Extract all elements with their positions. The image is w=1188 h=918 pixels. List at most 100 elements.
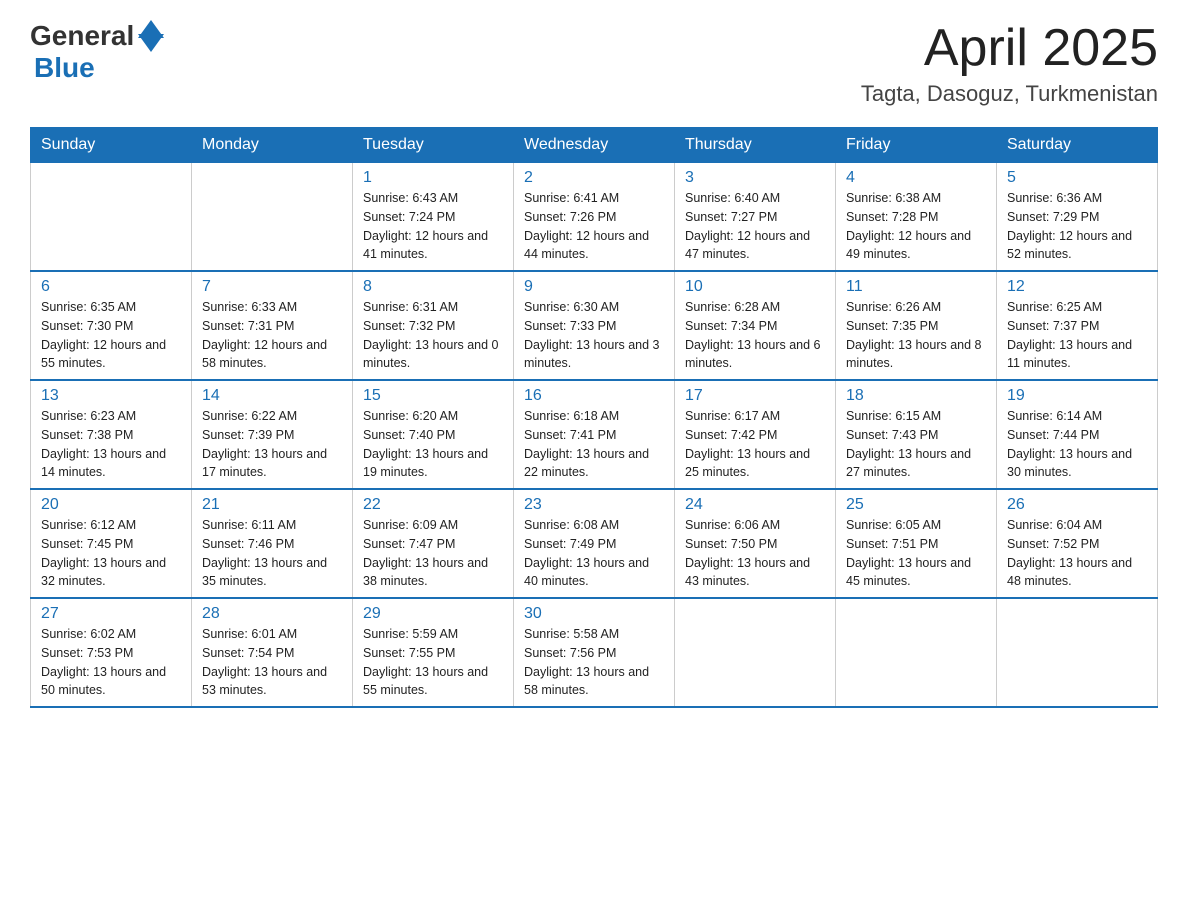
day-info: Sunrise: 6:23 AMSunset: 7:38 PMDaylight:… bbox=[41, 407, 181, 482]
day-number: 1 bbox=[363, 169, 503, 187]
weekday-header-sunday: Sunday bbox=[31, 128, 192, 163]
day-info: Sunrise: 6:08 AMSunset: 7:49 PMDaylight:… bbox=[524, 516, 664, 591]
weekday-header-tuesday: Tuesday bbox=[353, 128, 514, 163]
calendar-cell bbox=[836, 598, 997, 707]
day-info: Sunrise: 6:04 AMSunset: 7:52 PMDaylight:… bbox=[1007, 516, 1147, 591]
calendar-cell: 21 Sunrise: 6:11 AMSunset: 7:46 PMDayligh… bbox=[192, 489, 353, 598]
day-info: Sunrise: 6:38 AMSunset: 7:28 PMDaylight:… bbox=[846, 189, 986, 264]
calendar-cell: 3 Sunrise: 6:40 AMSunset: 7:27 PMDaylight… bbox=[675, 163, 836, 272]
day-number: 27 bbox=[41, 605, 181, 623]
calendar-header-row: SundayMondayTuesdayWednesdayThursdayFrid… bbox=[31, 128, 1158, 163]
weekday-header-thursday: Thursday bbox=[675, 128, 836, 163]
calendar-cell: 1 Sunrise: 6:43 AMSunset: 7:24 PMDaylight… bbox=[353, 163, 514, 272]
calendar-cell: 10 Sunrise: 6:28 AMSunset: 7:34 PMDayligh… bbox=[675, 271, 836, 380]
day-info: Sunrise: 6:28 AMSunset: 7:34 PMDaylight:… bbox=[685, 298, 825, 373]
calendar-cell bbox=[192, 163, 353, 272]
day-info: Sunrise: 6:02 AMSunset: 7:53 PMDaylight:… bbox=[41, 625, 181, 700]
calendar-cell: 14 Sunrise: 6:22 AMSunset: 7:39 PMDayligh… bbox=[192, 380, 353, 489]
calendar-cell: 29Sunrise: 5:59 AMSunset: 7:55 PMDayligh… bbox=[353, 598, 514, 707]
calendar-cell: 16 Sunrise: 6:18 AMSunset: 7:41 PMDayligh… bbox=[514, 380, 675, 489]
day-info: Sunrise: 6:40 AMSunset: 7:27 PMDaylight:… bbox=[685, 189, 825, 264]
day-number: 16 bbox=[524, 387, 664, 405]
calendar-cell: 22Sunrise: 6:09 AMSunset: 7:47 PMDayligh… bbox=[353, 489, 514, 598]
day-number: 5 bbox=[1007, 169, 1147, 187]
calendar-cell: 19Sunrise: 6:14 AMSunset: 7:44 PMDayligh… bbox=[997, 380, 1158, 489]
day-number: 2 bbox=[524, 169, 664, 187]
day-number: 7 bbox=[202, 278, 342, 296]
weekday-header-wednesday: Wednesday bbox=[514, 128, 675, 163]
day-info: Sunrise: 6:43 AMSunset: 7:24 PMDaylight:… bbox=[363, 189, 503, 264]
calendar-cell bbox=[997, 598, 1158, 707]
day-number: 25 bbox=[846, 496, 986, 514]
day-info: Sunrise: 6:18 AMSunset: 7:41 PMDaylight:… bbox=[524, 407, 664, 482]
calendar-cell: 24 Sunrise: 6:06 AMSunset: 7:50 PMDayligh… bbox=[675, 489, 836, 598]
weekday-header-friday: Friday bbox=[836, 128, 997, 163]
day-number: 6 bbox=[41, 278, 181, 296]
calendar-cell: 18Sunrise: 6:15 AMSunset: 7:43 PMDayligh… bbox=[836, 380, 997, 489]
day-number: 26 bbox=[1007, 496, 1147, 514]
month-year-title: April 2025 bbox=[861, 20, 1158, 77]
day-number: 3 bbox=[685, 169, 825, 187]
day-number: 10 bbox=[685, 278, 825, 296]
day-number: 17 bbox=[685, 387, 825, 405]
day-number: 20 bbox=[41, 496, 181, 514]
calendar-cell: 9 Sunrise: 6:30 AMSunset: 7:33 PMDaylight… bbox=[514, 271, 675, 380]
calendar-cell: 30Sunrise: 5:58 AMSunset: 7:56 PMDayligh… bbox=[514, 598, 675, 707]
day-number: 22 bbox=[363, 496, 503, 514]
calendar-cell bbox=[675, 598, 836, 707]
day-info: Sunrise: 6:14 AMSunset: 7:44 PMDaylight:… bbox=[1007, 407, 1147, 482]
calendar-cell: 17Sunrise: 6:17 AMSunset: 7:42 PMDayligh… bbox=[675, 380, 836, 489]
day-info: Sunrise: 6:31 AMSunset: 7:32 PMDaylight:… bbox=[363, 298, 503, 373]
logo-blue-text: Blue bbox=[34, 52, 95, 83]
day-info: Sunrise: 6:41 AMSunset: 7:26 PMDaylight:… bbox=[524, 189, 664, 264]
day-number: 24 bbox=[685, 496, 825, 514]
title-section: April 2025 Tagta, Dasoguz, Turkmenistan bbox=[861, 20, 1158, 107]
day-info: Sunrise: 6:20 AMSunset: 7:40 PMDaylight:… bbox=[363, 407, 503, 482]
calendar-cell: 11 Sunrise: 6:26 AMSunset: 7:35 PMDayligh… bbox=[836, 271, 997, 380]
calendar-cell: 20Sunrise: 6:12 AMSunset: 7:45 PMDayligh… bbox=[31, 489, 192, 598]
day-info: Sunrise: 6:25 AMSunset: 7:37 PMDaylight:… bbox=[1007, 298, 1147, 373]
day-info: Sunrise: 6:06 AMSunset: 7:50 PMDaylight:… bbox=[685, 516, 825, 591]
calendar-cell: 15 Sunrise: 6:20 AMSunset: 7:40 PMDayligh… bbox=[353, 380, 514, 489]
day-info: Sunrise: 6:22 AMSunset: 7:39 PMDaylight:… bbox=[202, 407, 342, 482]
weekday-header-monday: Monday bbox=[192, 128, 353, 163]
day-info: Sunrise: 6:05 AMSunset: 7:51 PMDaylight:… bbox=[846, 516, 986, 591]
calendar-cell: 2 Sunrise: 6:41 AMSunset: 7:26 PMDaylight… bbox=[514, 163, 675, 272]
day-number: 12 bbox=[1007, 278, 1147, 296]
day-number: 18 bbox=[846, 387, 986, 405]
calendar-table: SundayMondayTuesdayWednesdayThursdayFrid… bbox=[30, 127, 1158, 708]
calendar-cell: 23 Sunrise: 6:08 AMSunset: 7:49 PMDayligh… bbox=[514, 489, 675, 598]
calendar-cell: 12 Sunrise: 6:25 AMSunset: 7:37 PMDayligh… bbox=[997, 271, 1158, 380]
calendar-cell: 13 Sunrise: 6:23 AMSunset: 7:38 PMDayligh… bbox=[31, 380, 192, 489]
day-info: Sunrise: 6:11 AMSunset: 7:46 PMDaylight:… bbox=[202, 516, 342, 591]
day-info: Sunrise: 6:36 AMSunset: 7:29 PMDaylight:… bbox=[1007, 189, 1147, 264]
calendar-week-row: 1 Sunrise: 6:43 AMSunset: 7:24 PMDaylight… bbox=[31, 163, 1158, 272]
calendar-cell: 6 Sunrise: 6:35 AMSunset: 7:30 PMDaylight… bbox=[31, 271, 192, 380]
day-number: 15 bbox=[363, 387, 503, 405]
day-number: 13 bbox=[41, 387, 181, 405]
day-number: 21 bbox=[202, 496, 342, 514]
logo: General Blue bbox=[30, 20, 164, 84]
day-number: 4 bbox=[846, 169, 986, 187]
logo-general-text: General bbox=[30, 20, 134, 52]
calendar-cell: 8 Sunrise: 6:31 AMSunset: 7:32 PMDaylight… bbox=[353, 271, 514, 380]
weekday-header-saturday: Saturday bbox=[997, 128, 1158, 163]
day-info: Sunrise: 6:35 AMSunset: 7:30 PMDaylight:… bbox=[41, 298, 181, 373]
day-number: 8 bbox=[363, 278, 503, 296]
day-number: 30 bbox=[524, 605, 664, 623]
calendar-week-row: 6 Sunrise: 6:35 AMSunset: 7:30 PMDaylight… bbox=[31, 271, 1158, 380]
calendar-cell: 27 Sunrise: 6:02 AMSunset: 7:53 PMDayligh… bbox=[31, 598, 192, 707]
day-number: 29 bbox=[363, 605, 503, 623]
calendar-week-row: 27 Sunrise: 6:02 AMSunset: 7:53 PMDayligh… bbox=[31, 598, 1158, 707]
day-number: 23 bbox=[524, 496, 664, 514]
day-number: 11 bbox=[846, 278, 986, 296]
day-info: Sunrise: 6:30 AMSunset: 7:33 PMDaylight:… bbox=[524, 298, 664, 373]
day-number: 9 bbox=[524, 278, 664, 296]
calendar-week-row: 20Sunrise: 6:12 AMSunset: 7:45 PMDayligh… bbox=[31, 489, 1158, 598]
page-header: General Blue April 2025 Tagta, Dasoguz, … bbox=[30, 20, 1158, 107]
day-number: 14 bbox=[202, 387, 342, 405]
calendar-cell: 4 Sunrise: 6:38 AMSunset: 7:28 PMDaylight… bbox=[836, 163, 997, 272]
day-info: Sunrise: 6:26 AMSunset: 7:35 PMDaylight:… bbox=[846, 298, 986, 373]
calendar-cell: 7Sunrise: 6:33 AMSunset: 7:31 PMDaylight… bbox=[192, 271, 353, 380]
day-info: Sunrise: 6:01 AMSunset: 7:54 PMDaylight:… bbox=[202, 625, 342, 700]
